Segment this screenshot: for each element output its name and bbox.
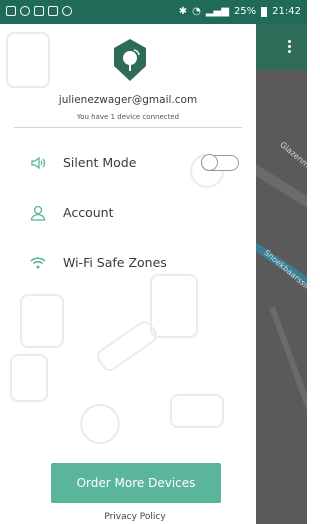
speaker-icon <box>31 156 46 170</box>
toggle-knob <box>201 154 218 171</box>
device-count-text: You have 1 device connected <box>76 113 180 121</box>
order-more-devices-button[interactable]: Order More Devices <box>51 463 221 503</box>
pattern-shape <box>93 317 161 375</box>
map-road <box>269 306 307 440</box>
pattern-shape <box>6 32 50 88</box>
signal-icon: ▂▄▆ <box>205 6 229 17</box>
app-logo <box>114 39 146 81</box>
battery-icon <box>261 6 268 17</box>
chrome-icon <box>62 6 72 16</box>
menu-item-wifi-safe-zones[interactable]: Wi-Fi Safe Zones <box>0 247 256 279</box>
whatsapp-icon <box>20 6 30 16</box>
wifi-icon <box>30 257 46 269</box>
system-status: ✱ ◔ ▂▄▆ 25% 21:42 <box>179 6 301 17</box>
menu-item-silent-mode[interactable]: Silent Mode <box>0 147 256 179</box>
pattern-shape <box>170 394 224 428</box>
silent-mode-toggle[interactable] <box>201 154 239 171</box>
menu-item-label: Silent Mode <box>63 155 137 170</box>
map-view[interactable]: Glazenm Snoekbaarssing <box>256 70 307 524</box>
pattern-shape <box>10 354 48 402</box>
notification-icons <box>6 6 72 16</box>
instagram-icon <box>48 6 58 16</box>
wifi-status-icon: ◔ <box>192 6 201 17</box>
pattern-shape <box>20 294 64 348</box>
user-icon <box>30 205 46 221</box>
privacy-policy-link[interactable]: Privacy Policy <box>0 512 256 522</box>
clock: 21:42 <box>272 6 301 17</box>
menu-item-label: Wi-Fi Safe Zones <box>63 255 167 270</box>
status-bar: ✱ ◔ ▂▄▆ 25% 21:42 <box>0 0 307 24</box>
pattern-shape <box>80 404 120 444</box>
account-email: julienezwager@gmail.com <box>58 94 198 106</box>
street-label: Glazenm <box>278 140 307 170</box>
navigation-drawer: julienezwager@gmail.com You have 1 devic… <box>0 24 256 524</box>
overflow-menu-icon[interactable] <box>288 40 291 54</box>
menu-item-account[interactable]: Account <box>0 197 256 229</box>
background-app[interactable]: Glazenm Snoekbaarssing <box>256 24 307 524</box>
image-icon <box>34 6 44 16</box>
app-bar <box>256 24 307 70</box>
menu-item-label: Account <box>63 205 114 220</box>
pattern-shape <box>150 274 198 338</box>
bluetooth-icon: ✱ <box>178 6 188 17</box>
gallery-icon <box>6 6 16 16</box>
map-road <box>256 158 307 232</box>
divider <box>14 127 242 128</box>
battery-percent: 25% <box>233 6 257 17</box>
